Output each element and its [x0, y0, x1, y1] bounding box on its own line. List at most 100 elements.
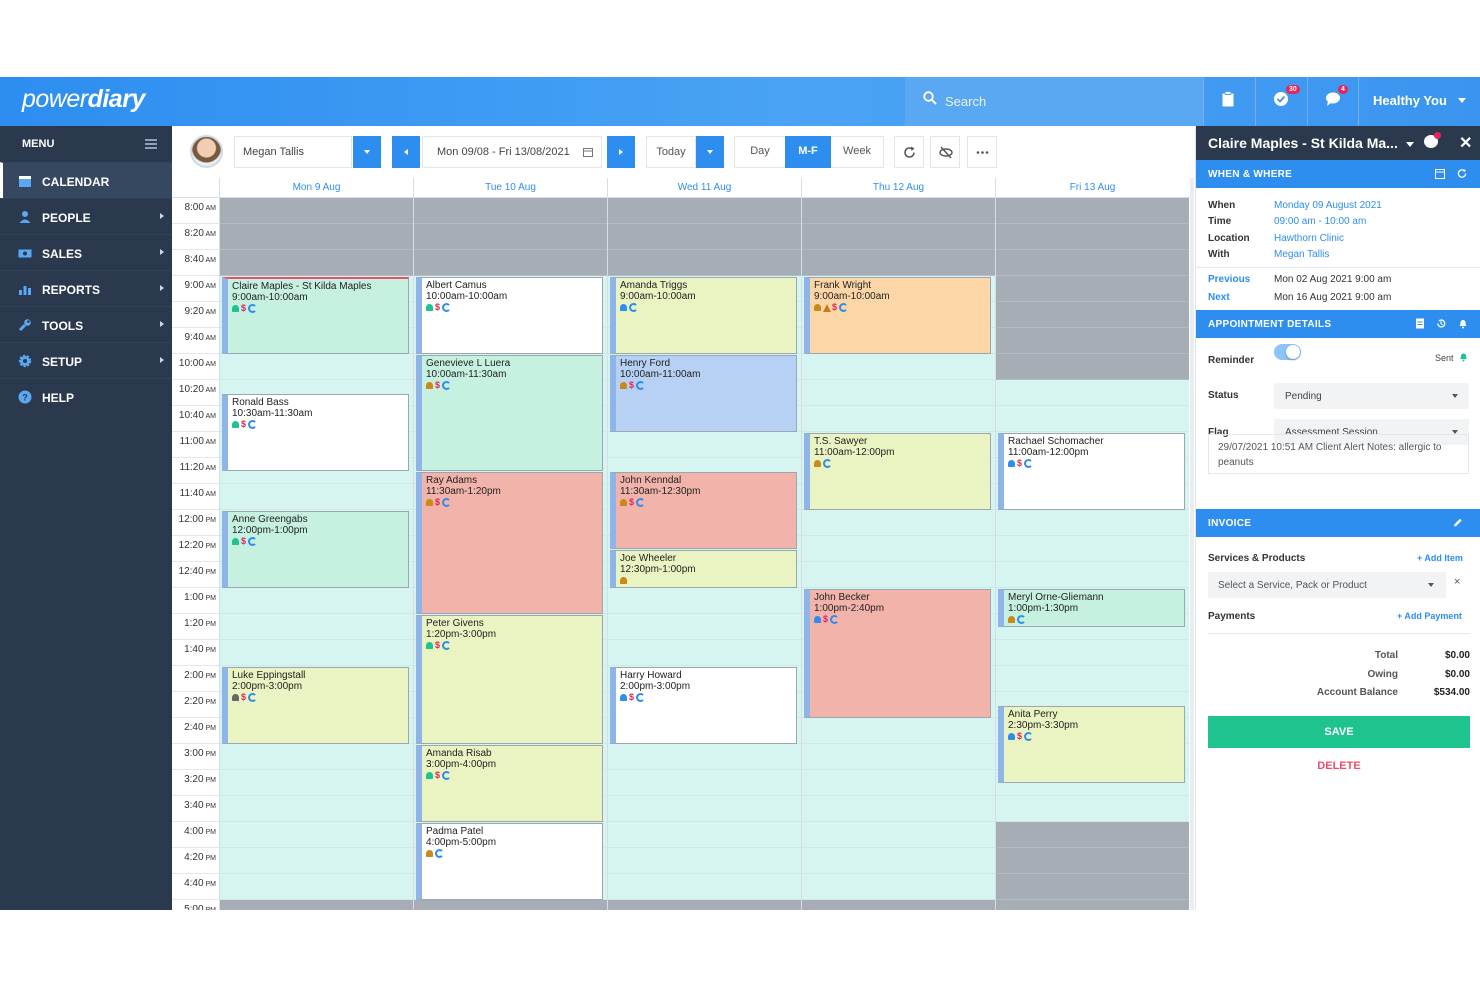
appointment-block[interactable]: T.S. Sawyer 11:00am-12:00pm [804, 433, 991, 510]
time-slot[interactable] [608, 432, 801, 458]
close-icon[interactable]: ✕ [1459, 133, 1472, 153]
time-slot[interactable] [608, 614, 801, 640]
time-slot[interactable] [220, 796, 413, 822]
time-value[interactable]: 09:00 am - 10:00 am [1274, 216, 1366, 227]
time-slot[interactable] [802, 744, 995, 770]
client-title[interactable]: Claire Maples - St Kilda Ma... [1208, 135, 1398, 151]
appointment-block[interactable]: Henry Ford 10:00am-11:00am $ [610, 355, 797, 432]
time-slot[interactable] [802, 874, 995, 900]
add-item-link[interactable]: + Add Item [1417, 553, 1463, 563]
time-slot[interactable] [996, 640, 1189, 666]
sync-icon[interactable] [1457, 168, 1467, 179]
date-range-picker[interactable]: Mon 09/08 - Fri 13/08/2021 [422, 136, 602, 168]
time-slot[interactable] [802, 796, 995, 822]
appointment-block[interactable]: John Kenndal 11:30am-12:30pm $ [610, 472, 797, 549]
time-slot[interactable] [802, 380, 995, 406]
status-select[interactable]: Pending [1274, 383, 1469, 409]
time-slot[interactable] [996, 406, 1189, 432]
time-slot[interactable] [608, 640, 801, 666]
app-logo[interactable]: powerdiary [22, 85, 145, 114]
time-slot[interactable] [608, 770, 801, 796]
pencil-icon[interactable] [1453, 517, 1463, 528]
time-slot[interactable] [802, 562, 995, 588]
day-header[interactable]: Tue 10 Aug [413, 178, 607, 198]
appointment-block[interactable]: Peter Givens 1:20pm-3:00pm $ [416, 615, 603, 744]
day-header[interactable]: Thu 12 Aug [801, 178, 995, 198]
appointment-block[interactable]: Padma Patel 4:00pm-5:00pm [416, 823, 603, 900]
time-slot[interactable] [220, 614, 413, 640]
appointment-block[interactable]: Rachael Schomacher 11:00am-12:00pm $ [998, 433, 1185, 510]
chevron-down-icon[interactable] [1406, 142, 1414, 147]
appointment-block[interactable]: Anne Greengabs 12:00pm-1:00pm $ [222, 511, 409, 588]
sidebar-item-people[interactable]: PEOPLE [0, 198, 172, 234]
time-slot[interactable] [802, 770, 995, 796]
time-slot[interactable] [220, 874, 413, 900]
time-slot[interactable] [802, 718, 995, 744]
when-value[interactable]: Monday 09 August 2021 [1274, 200, 1382, 211]
appointment-block[interactable]: Frank Wright 9:00am-10:00am $ [804, 277, 991, 354]
time-slot[interactable] [220, 744, 413, 770]
tasks-button[interactable]: 30 [1255, 77, 1307, 126]
document-icon[interactable] [1415, 318, 1425, 329]
next-link[interactable]: Next [1208, 292, 1230, 303]
calendar-icon[interactable] [1435, 168, 1445, 179]
reminder-toggle[interactable] [1274, 344, 1301, 360]
appointment-block[interactable]: Joe Wheeler 12:30pm-1:00pm [610, 550, 797, 588]
bell-icon[interactable] [1458, 318, 1468, 329]
appointment-block[interactable]: Ronald Bass 10:30am-11:30am $ [222, 394, 409, 471]
appointment-block[interactable]: Claire Maples - St Kilda Maples 9:00am-10… [222, 277, 409, 354]
time-slot[interactable] [220, 484, 413, 510]
today-button[interactable]: Today [646, 136, 696, 168]
save-button[interactable]: SAVE [1208, 716, 1470, 748]
hamburger-icon[interactable] [145, 139, 157, 149]
time-slot[interactable] [220, 354, 413, 380]
next-week-button[interactable] [607, 136, 635, 168]
appointment-block[interactable]: Luke Eppingstall 2:00pm-3:00pm $ [222, 667, 409, 744]
scrollbar[interactable] [1190, 178, 1194, 910]
time-slot[interactable] [608, 874, 801, 900]
time-slot[interactable] [220, 848, 413, 874]
time-slot[interactable] [608, 848, 801, 874]
clipboard-button[interactable] [1203, 77, 1255, 126]
sidebar-item-calendar[interactable]: CALENDAR [0, 162, 172, 198]
today-dropdown-button[interactable] [696, 136, 724, 168]
previous-link[interactable]: Previous [1208, 274, 1250, 285]
search-box[interactable]: Search [905, 77, 1203, 126]
appointment-block[interactable]: Genevieve L Luera 10:00am-11:30am $ [416, 355, 603, 471]
sidebar-item-reports[interactable]: REPORTS [0, 270, 172, 306]
client-alert-notes[interactable]: 29/07/2021 10:51 AM Client Alert Notes: … [1208, 434, 1469, 474]
day-header[interactable]: Wed 11 Aug [607, 178, 801, 198]
appointment-block[interactable]: Amanda Triggs 9:00am-10:00am [610, 277, 797, 354]
time-slot[interactable] [996, 380, 1189, 406]
appointment-block[interactable]: Anita Perry 2:30pm-3:30pm $ [998, 706, 1185, 783]
add-payment-link[interactable]: + Add Payment [1397, 611, 1462, 621]
day-header[interactable]: Fri 13 Aug [995, 178, 1189, 198]
time-slot[interactable] [996, 510, 1189, 536]
time-slot[interactable] [220, 640, 413, 666]
time-slot[interactable] [802, 848, 995, 874]
more-options-button[interactable] [967, 136, 997, 168]
appointment-block[interactable]: Albert Camus 10:00am-10:00am $ [416, 277, 603, 354]
appointment-block[interactable]: Meryl Orne-Gliemann 1:00pm-1:30pm [998, 589, 1185, 627]
sidebar-item-setup[interactable]: SETUP [0, 342, 172, 378]
time-slot[interactable] [608, 744, 801, 770]
time-slot[interactable] [802, 536, 995, 562]
service-select[interactable]: Select a Service, Pack or Product [1208, 572, 1446, 598]
time-slot[interactable] [608, 822, 801, 848]
time-slot[interactable] [608, 588, 801, 614]
avatar[interactable] [190, 135, 223, 168]
day-header[interactable]: Mon 9 Aug [219, 178, 413, 198]
time-slot[interactable] [220, 588, 413, 614]
time-slot[interactable] [996, 562, 1189, 588]
sidebar-item-sales[interactable]: SALES [0, 234, 172, 270]
refresh-button[interactable] [894, 136, 924, 168]
time-slot[interactable] [996, 666, 1189, 692]
view-week-button[interactable]: Week [831, 136, 883, 168]
appointment-block[interactable]: Amanda Risab 3:00pm-4:00pm $ [416, 745, 603, 822]
time-slot[interactable] [220, 770, 413, 796]
sidebar-item-help[interactable]: ? HELP [0, 378, 172, 414]
staff-select[interactable]: Megan Tallis [234, 136, 352, 168]
clear-service-icon[interactable]: × [1454, 576, 1460, 588]
time-slot[interactable] [220, 822, 413, 848]
time-slot[interactable] [996, 796, 1189, 822]
